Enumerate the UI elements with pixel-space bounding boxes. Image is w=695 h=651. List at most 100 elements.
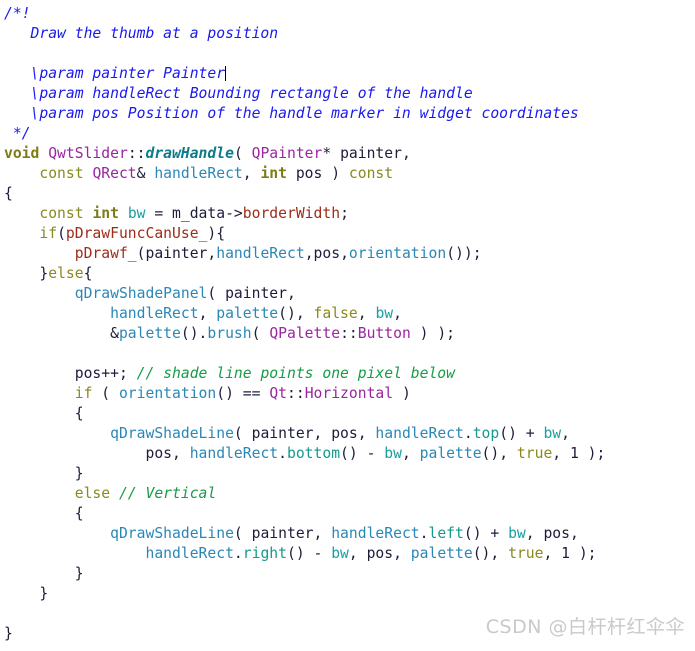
code-line[interactable]: &palette().brush( QPalette::Button ) ); bbox=[4, 324, 695, 344]
code-line[interactable]: }else{ bbox=[4, 264, 695, 284]
code-token-punct: { bbox=[4, 505, 84, 522]
code-line[interactable]: /*! bbox=[4, 4, 695, 24]
code-token-plain: pos bbox=[366, 545, 394, 562]
code-token-punct: . bbox=[278, 445, 287, 462]
code-line[interactable]: pDrawf_(painter,handleRect,pos,orientati… bbox=[4, 244, 695, 264]
code-editor-surface[interactable]: /*! Draw the thumb at a position \param … bbox=[0, 0, 695, 651]
source-code-block[interactable]: /*! Draw the thumb at a position \param … bbox=[0, 4, 695, 644]
code-line[interactable]: \param handleRect Bounding rectangle of … bbox=[4, 84, 695, 104]
code-token-punct: ( bbox=[233, 145, 252, 162]
code-token-punct: , bbox=[207, 245, 217, 262]
code-token-punct: ( bbox=[136, 245, 146, 262]
code-token-plain: pos bbox=[74, 365, 102, 382]
code-token-class: Horizontal bbox=[304, 385, 394, 402]
code-token-punct: } bbox=[39, 265, 49, 282]
code-line[interactable]: void QwtSlider::drawHandle( QPainter* pa… bbox=[4, 144, 695, 164]
code-line[interactable]: { bbox=[4, 184, 695, 204]
code-token-punct: , bbox=[569, 525, 579, 542]
code-token-punct: , bbox=[348, 545, 367, 562]
code-line[interactable]: { bbox=[4, 404, 695, 424]
code-token-keyword: else bbox=[48, 265, 84, 282]
csdn-watermark: CSDN @白杆杆红伞伞 bbox=[485, 616, 685, 638]
code-line[interactable]: if(pDrawFuncCanUse_){ bbox=[4, 224, 695, 244]
code-token-punct: () - bbox=[286, 545, 332, 562]
code-token-punct: & bbox=[4, 325, 119, 342]
code-token-plain: pos bbox=[331, 425, 358, 442]
code-line[interactable]: pos, handleRect.bottom() - bw, palette()… bbox=[4, 444, 695, 464]
code-token-var: handleRect bbox=[216, 245, 305, 262]
code-token-method: right bbox=[242, 545, 287, 562]
code-token-punct: :: bbox=[127, 145, 146, 162]
code-token-class: QwtSlider bbox=[48, 145, 128, 162]
code-token-punct: ; bbox=[340, 205, 349, 222]
code-token-punct: & bbox=[136, 165, 155, 182]
code-token-punct: () == bbox=[216, 385, 270, 402]
code-token-func: orientation bbox=[118, 385, 217, 402]
code-token-plain: painter bbox=[340, 145, 402, 162]
code-line[interactable]: qDrawShadeLine( painter, handleRect.left… bbox=[4, 524, 695, 544]
code-token-doc: /*! bbox=[4, 5, 31, 22]
code-token-punct: . bbox=[233, 545, 243, 562]
code-token-punct: ( bbox=[251, 325, 270, 342]
code-line[interactable]: */ bbox=[4, 124, 695, 144]
code-token-plain: painter bbox=[251, 525, 314, 542]
code-token-keyword: true bbox=[516, 445, 553, 462]
code-token-punct: * bbox=[322, 145, 341, 162]
code-token-punct: ( bbox=[207, 285, 226, 302]
code-token-doc: Draw the thumb at a position bbox=[4, 25, 279, 42]
code-token-var: handleRect bbox=[110, 305, 199, 322]
code-token-punct: { bbox=[83, 265, 93, 282]
code-token-func: palette bbox=[410, 545, 473, 562]
code-token-keyword: if bbox=[39, 225, 58, 242]
code-token-comment: // shade line points one pixel below bbox=[136, 365, 455, 382]
code-token-punct: . bbox=[463, 425, 473, 442]
code-token-func: qDrawShadeLine bbox=[110, 425, 234, 442]
code-token-punct: { bbox=[4, 405, 84, 422]
code-token-punct: } bbox=[4, 565, 84, 582]
code-line[interactable]: \param pos Position of the handle marker… bbox=[4, 104, 695, 124]
code-token-var: handleRect bbox=[331, 525, 420, 542]
code-line[interactable] bbox=[4, 44, 695, 64]
code-line[interactable]: else // Vertical bbox=[4, 484, 695, 504]
code-line[interactable]: qDrawShadeLine( painter, pos, handleRect… bbox=[4, 424, 695, 444]
code-token-local: bw bbox=[508, 525, 526, 542]
code-token-doc: \param pos Position of the handle marker… bbox=[4, 105, 579, 122]
code-line[interactable]: const int bw = m_data->borderWidth; bbox=[4, 204, 695, 224]
code-token-punct: } bbox=[4, 625, 13, 642]
code-token-keyword: false bbox=[313, 305, 358, 322]
code-line[interactable]: } bbox=[4, 584, 695, 604]
code-token-punct: , bbox=[198, 305, 217, 322]
code-line[interactable]: pos++; // shade line points one pixel be… bbox=[4, 364, 695, 384]
code-token-punct: , bbox=[393, 545, 411, 562]
code-token-punct: ++; bbox=[101, 365, 137, 382]
code-token-var: handleRect bbox=[375, 425, 464, 442]
code-line[interactable]: const QRect& handleRect, int pos ) const bbox=[4, 164, 695, 184]
code-token-keyword: const bbox=[39, 205, 84, 222]
code-token-punct: , bbox=[286, 285, 296, 302]
code-token-local: bw bbox=[127, 205, 146, 222]
code-line[interactable]: Draw the thumb at a position bbox=[4, 24, 695, 44]
code-token-keyword-b: int bbox=[260, 165, 287, 182]
code-line[interactable] bbox=[4, 344, 695, 364]
code-line[interactable]: handleRect.right() - bw, pos, palette(),… bbox=[4, 544, 695, 564]
code-line[interactable]: } bbox=[4, 464, 695, 484]
code-token-keyword-b: int bbox=[92, 205, 119, 222]
code-line[interactable]: if ( orientation() == Qt::Horizontal ) bbox=[4, 384, 695, 404]
code-token-doc: */ bbox=[4, 125, 31, 142]
code-line[interactable]: { bbox=[4, 504, 695, 524]
code-token-punct: ( bbox=[233, 525, 252, 542]
code-token-member: borderWidth bbox=[242, 205, 341, 222]
code-token-punct: ) bbox=[322, 165, 349, 182]
code-token-class: Qt bbox=[269, 385, 287, 402]
code-token-doc: \param painter Painter bbox=[4, 65, 226, 82]
code-token-var: handleRect bbox=[145, 545, 234, 562]
code-line[interactable]: \param painter Painter bbox=[4, 64, 695, 84]
code-line[interactable]: } bbox=[4, 564, 695, 584]
code-line[interactable]: qDrawShadePanel( painter, bbox=[4, 284, 695, 304]
code-line[interactable]: handleRect, palette(), false, bw, bbox=[4, 304, 695, 324]
code-token-func: qDrawShadePanel bbox=[74, 285, 208, 302]
